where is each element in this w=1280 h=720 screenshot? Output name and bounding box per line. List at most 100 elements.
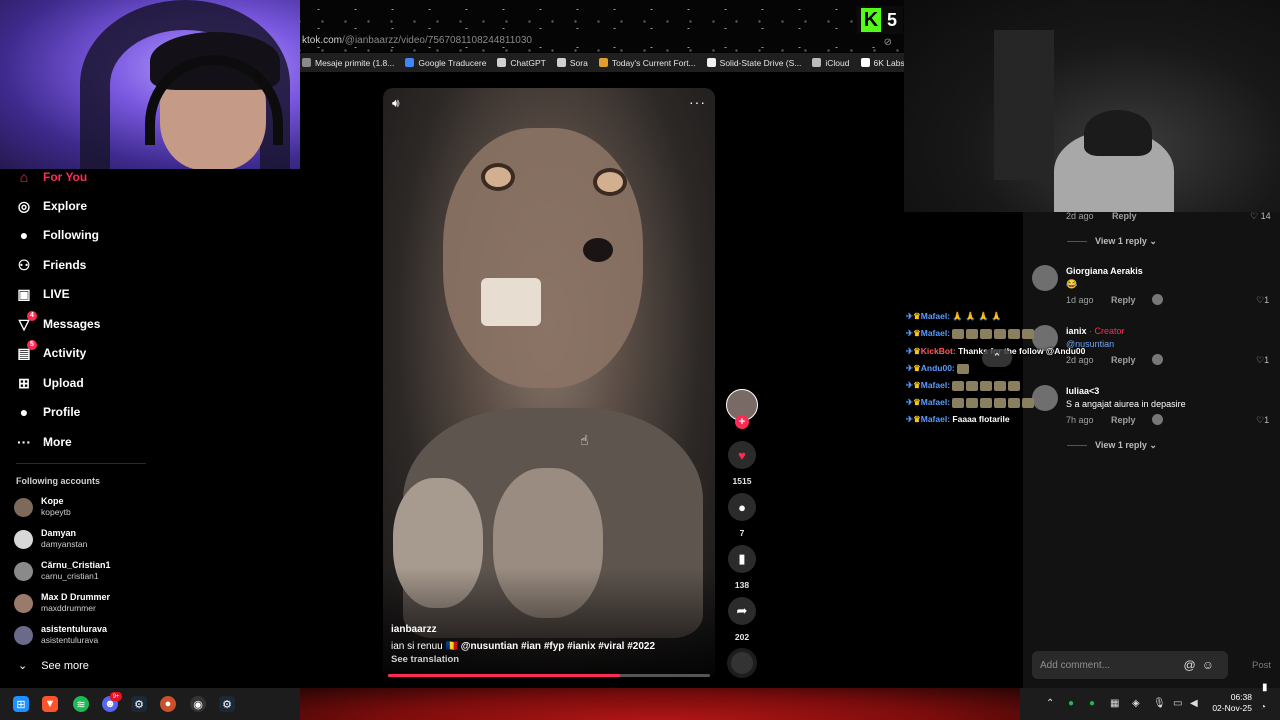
see-more-button[interactable]: ⌄ See more <box>18 659 89 673</box>
follow-plus-icon[interactable]: + <box>735 415 749 429</box>
view-replies-button[interactable]: View 1 reply ⌄ <box>1067 440 1157 451</box>
tray-chevron-icon[interactable]: ⌃ <box>1046 698 1054 709</box>
microphone-icon[interactable]: 🎙︎ <box>1153 698 1166 709</box>
compass-icon: ◎ <box>17 197 31 214</box>
tray-spotify-icon[interactable]: ● <box>1089 698 1095 709</box>
volume-icon[interactable]: 🔊︎ <box>392 96 400 111</box>
obs-icon[interactable]: ◉ <box>190 696 206 712</box>
clock-time: 06:38 <box>1230 692 1252 702</box>
more-options-icon[interactable]: ··· <box>689 94 706 110</box>
comment-text: S a angajat aiurea in depasire <box>1066 399 1186 409</box>
sidebar-item-for-you[interactable]: ⌂ For You <box>16 169 87 185</box>
caption-hashtags[interactable]: #ian #fyp #ianix #viral #2022 <box>521 641 655 652</box>
video-progress-bar[interactable] <box>388 674 710 677</box>
video-progress-fill <box>388 674 620 677</box>
following-account[interactable]: asistentulurava asistentulurava <box>14 624 107 646</box>
reply-button[interactable]: Reply <box>1111 355 1136 365</box>
profile-avatar-icon: ● <box>19 404 29 420</box>
network-icon[interactable]: ▭ <box>1173 698 1182 709</box>
sidebar-item-following[interactable]: ● Following <box>16 227 99 243</box>
chevron-up-icon[interactable]: ⌃ <box>982 349 1012 367</box>
see-translation-link[interactable]: See translation <box>391 654 459 665</box>
bookmark-item[interactable]: Today's Current Fort... <box>598 58 696 68</box>
like-button[interactable]: ♥ <box>728 441 756 469</box>
bookmark-item[interactable]: iCloud <box>812 58 850 68</box>
caption-mention[interactable]: @nusuntian <box>461 641 519 652</box>
following-account[interactable]: Damyan damyanstan <box>14 528 87 550</box>
comment-button[interactable]: ● <box>728 493 756 521</box>
bookmark-item[interactable]: Sora <box>556 58 588 68</box>
sidebar-item-upload[interactable]: ⊞ Upload <box>16 375 84 391</box>
chat-emote-icon <box>994 380 1007 391</box>
windows-start-icon[interactable]: ⊞ <box>13 696 29 712</box>
sidebar-item-activity[interactable]: ▤ 5 Activity <box>16 340 87 361</box>
chat-username[interactable]: Mafael: <box>921 328 950 338</box>
bookmark-item[interactable]: ChatGPT <box>497 58 546 68</box>
spotify-icon[interactable]: ≋ <box>73 696 89 712</box>
chat-emote-icon <box>994 328 1007 339</box>
following-account[interactable]: Max D Drummer maxddrummer <box>14 592 110 614</box>
following-account[interactable]: Kope kopeytb <box>14 496 71 518</box>
reply-button[interactable]: Reply <box>1111 415 1136 425</box>
tray-app-icon[interactable]: ● <box>1068 698 1074 709</box>
video-author[interactable]: ianbaarzz <box>391 624 437 635</box>
emoji-icon[interactable]: ☺ <box>1202 658 1220 672</box>
save-button[interactable]: ▮ <box>728 545 756 573</box>
sidebar-item-label: Activity <box>43 346 87 360</box>
following-accounts-title: Following accounts <box>16 476 101 486</box>
sidebar-item-messages[interactable]: ▽ 4 Messages <box>16 311 100 332</box>
comment-avatar[interactable] <box>1032 265 1058 291</box>
tray-app2-icon[interactable]: ◈ <box>1132 698 1140 709</box>
following-account[interactable]: Cărnu_Cristian1 carnu_cristian1 <box>14 560 111 582</box>
chat-username[interactable]: Mafael: <box>921 311 950 321</box>
chat-username[interactable]: Mafael: <box>921 414 950 424</box>
comment-like[interactable]: ♡1 <box>1256 295 1269 306</box>
comment-like[interactable]: ♡1 <box>1256 415 1269 426</box>
volume-tray-icon[interactable]: ◀︎ <box>1190 698 1198 709</box>
mention-icon[interactable]: @ <box>1184 658 1202 672</box>
music-disc-icon[interactable] <box>727 648 757 678</box>
sidebar-item-more[interactable]: ··· More <box>16 434 72 450</box>
chat-text: Thanks for the follow @Andu00 <box>958 346 1086 356</box>
notification-icon[interactable]: ◔ <box>1260 702 1266 713</box>
add-comment-input[interactable]: Add comment... @☺ <box>1032 651 1228 679</box>
chat-username[interactable]: Mafael: <box>921 380 950 390</box>
chat-username[interactable]: Andu00: <box>921 363 955 373</box>
crown-badge-icon: ♛ <box>913 311 921 321</box>
video-player[interactable] <box>383 88 715 678</box>
no-tracking-icon[interactable]: ⊘ <box>884 34 892 51</box>
reply-button[interactable]: Reply <box>1111 295 1136 305</box>
sidebar-item-live[interactable]: ▣ LIVE <box>16 286 69 302</box>
chat-username[interactable]: Mafael: <box>921 397 950 407</box>
system-clock[interactable]: 06:38 02-Nov-25 <box>1208 692 1252 714</box>
tray-keyboard-icon[interactable]: ▦ <box>1110 698 1119 709</box>
reply-button[interactable]: Reply <box>1112 211 1137 221</box>
brave-browser-icon[interactable]: ▼ <box>42 696 58 712</box>
bookmark-item[interactable]: Solid-State Drive (S... <box>706 58 801 68</box>
bookmark-item[interactable]: Mesaje primite (1.8... <box>302 58 394 68</box>
bookmark-favicon-icon <box>556 58 566 67</box>
app-icon[interactable]: ● <box>160 696 176 712</box>
steam-icon-2[interactable]: ⚙ <box>219 696 235 712</box>
share-button[interactable]: ➦ <box>728 597 756 625</box>
bookmark-item[interactable]: Google Traducere <box>405 58 486 68</box>
comment-like[interactable]: ♡ 14 <box>1250 211 1271 222</box>
comment-author[interactable]: ianix · Creator <box>1066 326 1125 336</box>
address-bar[interactable]: ktok.com/@ianbaarzz/video/75670811082448… <box>300 32 904 49</box>
view-replies-button[interactable]: View 1 reply ⌄ <box>1067 236 1157 247</box>
bookmark-favicon-icon <box>302 58 311 67</box>
chat-message: ✈︎♛Mafael: <box>906 397 1036 408</box>
sidebar-item-profile[interactable]: ● Profile <box>16 404 81 420</box>
discord-badge: 9+ <box>110 692 122 701</box>
comment-author[interactable]: Iuliaa<3 <box>1066 386 1186 396</box>
sidebar-item-explore[interactable]: ◎ Explore <box>16 198 87 214</box>
comment-icon: ● <box>738 499 746 515</box>
steam-icon[interactable]: ⚙ <box>131 696 147 712</box>
sidebar-item-friends[interactable]: ⚇ Friends <box>16 257 87 273</box>
post-button[interactable]: Post <box>1252 660 1271 671</box>
chat-username[interactable]: KickBot: <box>921 346 956 356</box>
bookmark-item[interactable]: 6K Labs <box>860 58 904 68</box>
second-webcam <box>904 0 1280 212</box>
comment-author[interactable]: Giorgiana Aerakis <box>1066 266 1143 276</box>
comment-like[interactable]: ♡1 <box>1256 355 1269 366</box>
